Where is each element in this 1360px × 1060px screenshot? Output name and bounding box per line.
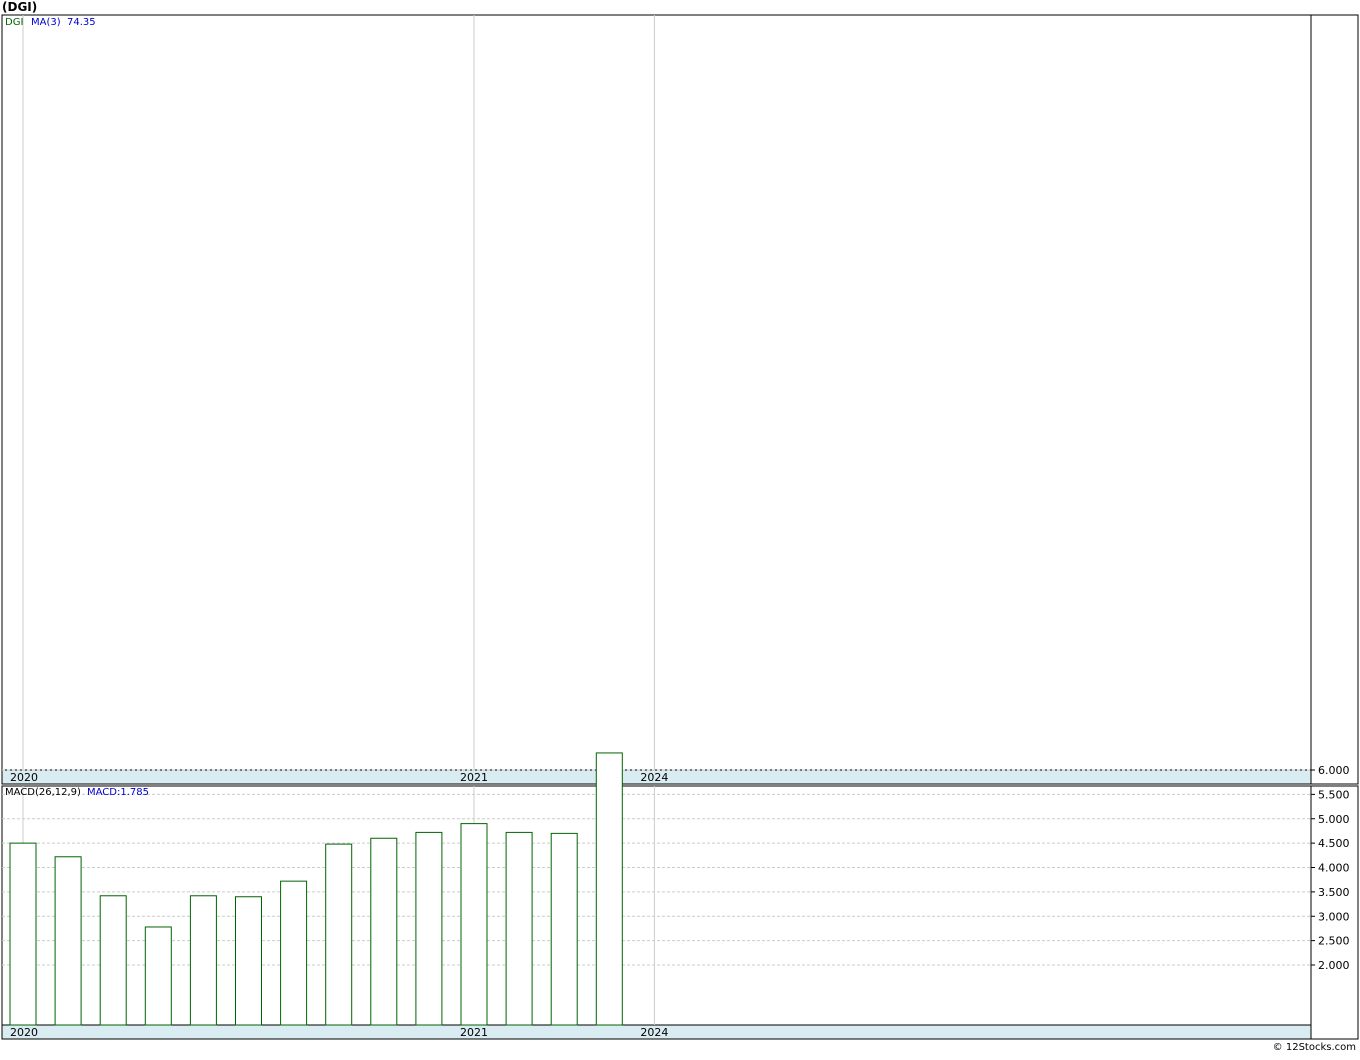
macd-date-label: 2020	[10, 1026, 38, 1039]
legend-ma-value: 74.35	[67, 17, 96, 28]
stock-chart: 38.0040.0042.0044.0046.0048.0050.0052.00…	[0, 0, 1360, 1056]
macd-legend: MACD(26,12,9)	[5, 787, 81, 798]
macd-bar	[189, 895, 217, 1026]
price-date-label: 2024	[640, 771, 668, 784]
macd-bar	[460, 823, 488, 1026]
chart-canvas: 38.0040.0042.0044.0046.0048.0050.0052.00…	[1, 14, 1359, 1040]
macd-tick-label: 6.000	[1318, 764, 1350, 777]
macd-bar	[99, 895, 127, 1026]
macd-bar	[325, 843, 353, 1026]
macd-tick-label: 3.000	[1318, 910, 1350, 923]
macd-date-label: 2024	[640, 1026, 668, 1039]
macd-bar	[280, 880, 308, 1026]
macd-bar	[370, 837, 398, 1026]
price-date-label: 2020	[10, 771, 38, 784]
price-date-label: 2021	[460, 771, 488, 784]
macd-bar	[550, 832, 578, 1026]
legend-ma: MA(3)	[31, 17, 61, 28]
macd-date-label: 2021	[460, 1026, 488, 1039]
macd-bar	[144, 926, 172, 1026]
macd-bar	[415, 831, 443, 1026]
macd-tick-label: 4.500	[1318, 837, 1350, 850]
macd-legend-value: MACD:1.785	[87, 787, 149, 798]
macd-bar	[595, 752, 623, 1026]
macd-bar	[54, 856, 82, 1026]
macd-bar	[9, 842, 37, 1026]
macd-tick-label: 2.500	[1318, 935, 1350, 948]
macd-bar	[505, 831, 533, 1026]
copyright-text: © 12Stocks.com	[1272, 1042, 1356, 1053]
macd-bar	[235, 896, 262, 1026]
price-panel-frame	[1, 14, 1359, 785]
macd-tick-label: 5.500	[1318, 788, 1350, 801]
macd-tick-label: 5.000	[1318, 813, 1350, 826]
macd-tick-label: 2.000	[1318, 959, 1350, 972]
macd-tick-label: 4.000	[1318, 862, 1350, 875]
macd-tick-label: 3.500	[1318, 886, 1350, 899]
chart-title: (DGI)	[2, 0, 38, 14]
legend-symbol: DGI	[5, 17, 23, 28]
